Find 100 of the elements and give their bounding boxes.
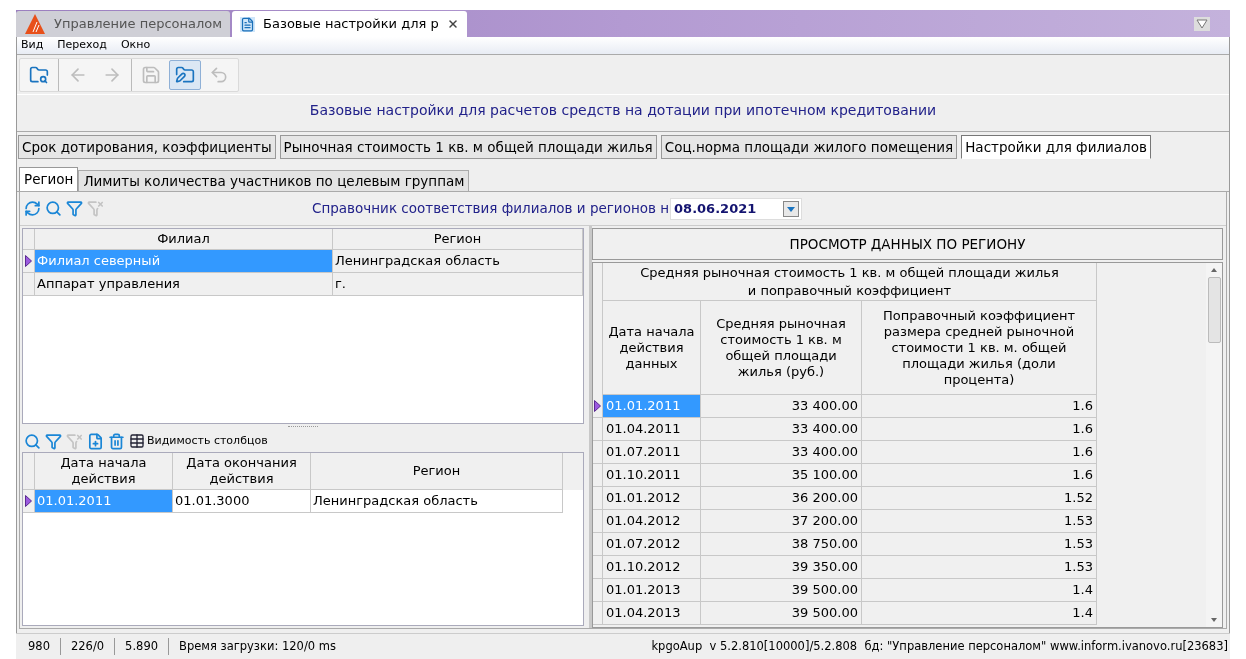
sub-tab[interactable]: Лимиты количества участников по целевым группам: [78, 170, 470, 191]
group-header: Средняя рыночная стоимость 1 кв. м общей площади жилья и поправочный коэффициент: [603, 263, 1097, 301]
table-cell: 1.6: [862, 395, 1097, 418]
filter-icon: [44, 432, 62, 450]
app-logo-icon: [24, 13, 46, 35]
table-cell: 01.04.2013: [603, 602, 701, 625]
row-header-cell[interactable]: [593, 464, 603, 487]
table-cell: 39 350.00: [701, 556, 862, 579]
table-cell: 01.01.3000: [173, 490, 311, 513]
status-text: 5.890: [114, 637, 169, 656]
folder-pen-button[interactable]: [169, 59, 201, 90]
status-text: 226/0: [59, 637, 115, 656]
window-tab[interactable]: Базовые настройки для р: [232, 11, 467, 37]
table-icon: [129, 433, 145, 449]
folder-search-icon: [29, 64, 49, 85]
row-header-cell[interactable]: [23, 250, 35, 273]
table-cell: 01.01.2013: [603, 579, 701, 602]
table-cell: 01.10.2011: [603, 464, 701, 487]
page-title: Базовые настройки для расчетов средств на дотации при ипотечном кредитовании: [308, 101, 938, 120]
table-cell: 33 400.00: [701, 418, 862, 441]
status-text: 980: [27, 637, 51, 655]
table-cell: 1.4: [862, 602, 1097, 625]
reference-title: Справочник соответствия филиалов и регионов н: [312, 199, 670, 219]
table-cell: 01.04.2011: [603, 418, 701, 441]
date-field[interactable]: 08.06.2021: [670, 197, 803, 220]
scrollbar-thumb[interactable]: [1207, 277, 1221, 343]
filter-icon: [65, 200, 83, 217]
row-header-cell[interactable]: [593, 533, 603, 556]
filter-button[interactable]: [43, 431, 63, 451]
table-cell: 1.6: [862, 464, 1097, 487]
refresh-button[interactable]: [22, 198, 42, 219]
table-cell: 33 400.00: [701, 395, 862, 418]
row-header-cell[interactable]: [593, 579, 603, 602]
version-info: kpgoAup v 5.2.810[10000]/5.2.808 бд: "Управление персоналом" www.inform.ivanovo.ru[23683]: [651, 637, 1228, 655]
refresh-icon: [23, 200, 41, 217]
table-cell: 1.52: [862, 487, 1097, 510]
row-header-cell[interactable]: [593, 441, 603, 464]
table-cell: 37 200.00: [701, 510, 862, 533]
clear-filter-icon: [86, 200, 104, 217]
table-cell: 39 500.00: [701, 602, 862, 625]
row-header-cell[interactable]: [593, 510, 603, 533]
row-header-cell[interactable]: [23, 273, 35, 296]
table-cell: Аппарат управления: [35, 273, 333, 296]
save-icon: [141, 64, 161, 85]
table-cell: 35 100.00: [701, 464, 862, 487]
folder-pen-icon: [175, 64, 195, 85]
table-cell: 01.07.2012: [603, 533, 701, 556]
add-record-icon: [86, 432, 104, 450]
column-visibility-button[interactable]: Видимость столбцов: [129, 432, 268, 450]
column-header[interactable]: Поправочный коэффициент размера средней рыночной стоимости 1 кв. м. общей площади жилья (доли процента): [862, 301, 1097, 395]
table-cell: 1.53: [862, 533, 1097, 556]
undo-icon: [209, 64, 229, 85]
table-cell: 01.10.2012: [603, 556, 701, 579]
table-cell: 33 400.00: [701, 441, 862, 464]
close-icon[interactable]: [446, 18, 459, 30]
menu-item[interactable]: Вид: [21, 37, 44, 54]
table-cell: 01.01.2011: [603, 395, 701, 418]
table-cell: 01.01.2012: [603, 487, 701, 510]
clear-filter-icon: [65, 432, 83, 450]
section-tab[interactable]: Рыночная стоимость 1 кв. м общей площади жилья: [279, 135, 657, 159]
table-cell: г.: [333, 273, 583, 296]
menu-item[interactable]: Окно: [120, 37, 151, 54]
search-button[interactable]: [22, 431, 42, 451]
region-view-title: ПРОСМОТР ДАННЫХ ПО РЕГИОНУ: [592, 228, 1223, 260]
table-cell: 1.53: [862, 510, 1097, 533]
document-icon: [240, 16, 256, 32]
table-cell: Филиал северный: [35, 250, 333, 273]
row-header-cell[interactable]: [593, 418, 603, 441]
section-tab[interactable]: Срок дотирования, коэффициенты: [18, 135, 276, 159]
table-cell: 1.6: [862, 418, 1097, 441]
section-tab[interactable]: Соц.норма площади жилого помещения: [660, 135, 958, 159]
table-cell: Ленинградская область: [311, 490, 563, 513]
row-header-cell[interactable]: [593, 556, 603, 579]
table-cell: 01.04.2012: [603, 510, 701, 533]
filter-button[interactable]: [64, 198, 84, 219]
row-header-cell[interactable]: [23, 490, 35, 513]
table-cell: 1.4: [862, 579, 1097, 602]
sub-tab[interactable]: Регион: [19, 167, 79, 191]
search-icon: [44, 200, 62, 217]
row-header-cell[interactable]: [593, 487, 603, 510]
table-cell: 39 500.00: [701, 579, 862, 602]
column-header[interactable]: Средняя рыночная стоимость 1 кв. м общей площади жилья (руб.): [701, 301, 862, 395]
table-cell: 1.6: [862, 441, 1097, 464]
section-tab[interactable]: Настройки для филиалов: [961, 135, 1151, 159]
table-cell: 01.01.2011: [35, 490, 173, 513]
menu-item[interactable]: Переход: [57, 37, 107, 54]
search-button[interactable]: [43, 198, 63, 219]
trash-button[interactable]: [106, 431, 126, 451]
vertical-scrollbar[interactable]: [1206, 263, 1222, 627]
table-cell: 1.53: [862, 556, 1097, 579]
search-icon: [23, 432, 41, 450]
row-header-cell[interactable]: [593, 602, 603, 625]
table-cell: Ленинградская область: [333, 250, 583, 273]
trash-icon: [107, 432, 125, 450]
dropdown-triangle-icon[interactable]: [1194, 17, 1210, 31]
table-cell: 01.07.2011: [603, 441, 701, 464]
status-text: Время загрузки: 120/0 ms: [168, 637, 346, 656]
table-cell: 38 750.00: [701, 533, 862, 556]
window-tab[interactable]: Управление персоналом: [16, 11, 231, 37]
table-cell: 36 200.00: [701, 487, 862, 510]
